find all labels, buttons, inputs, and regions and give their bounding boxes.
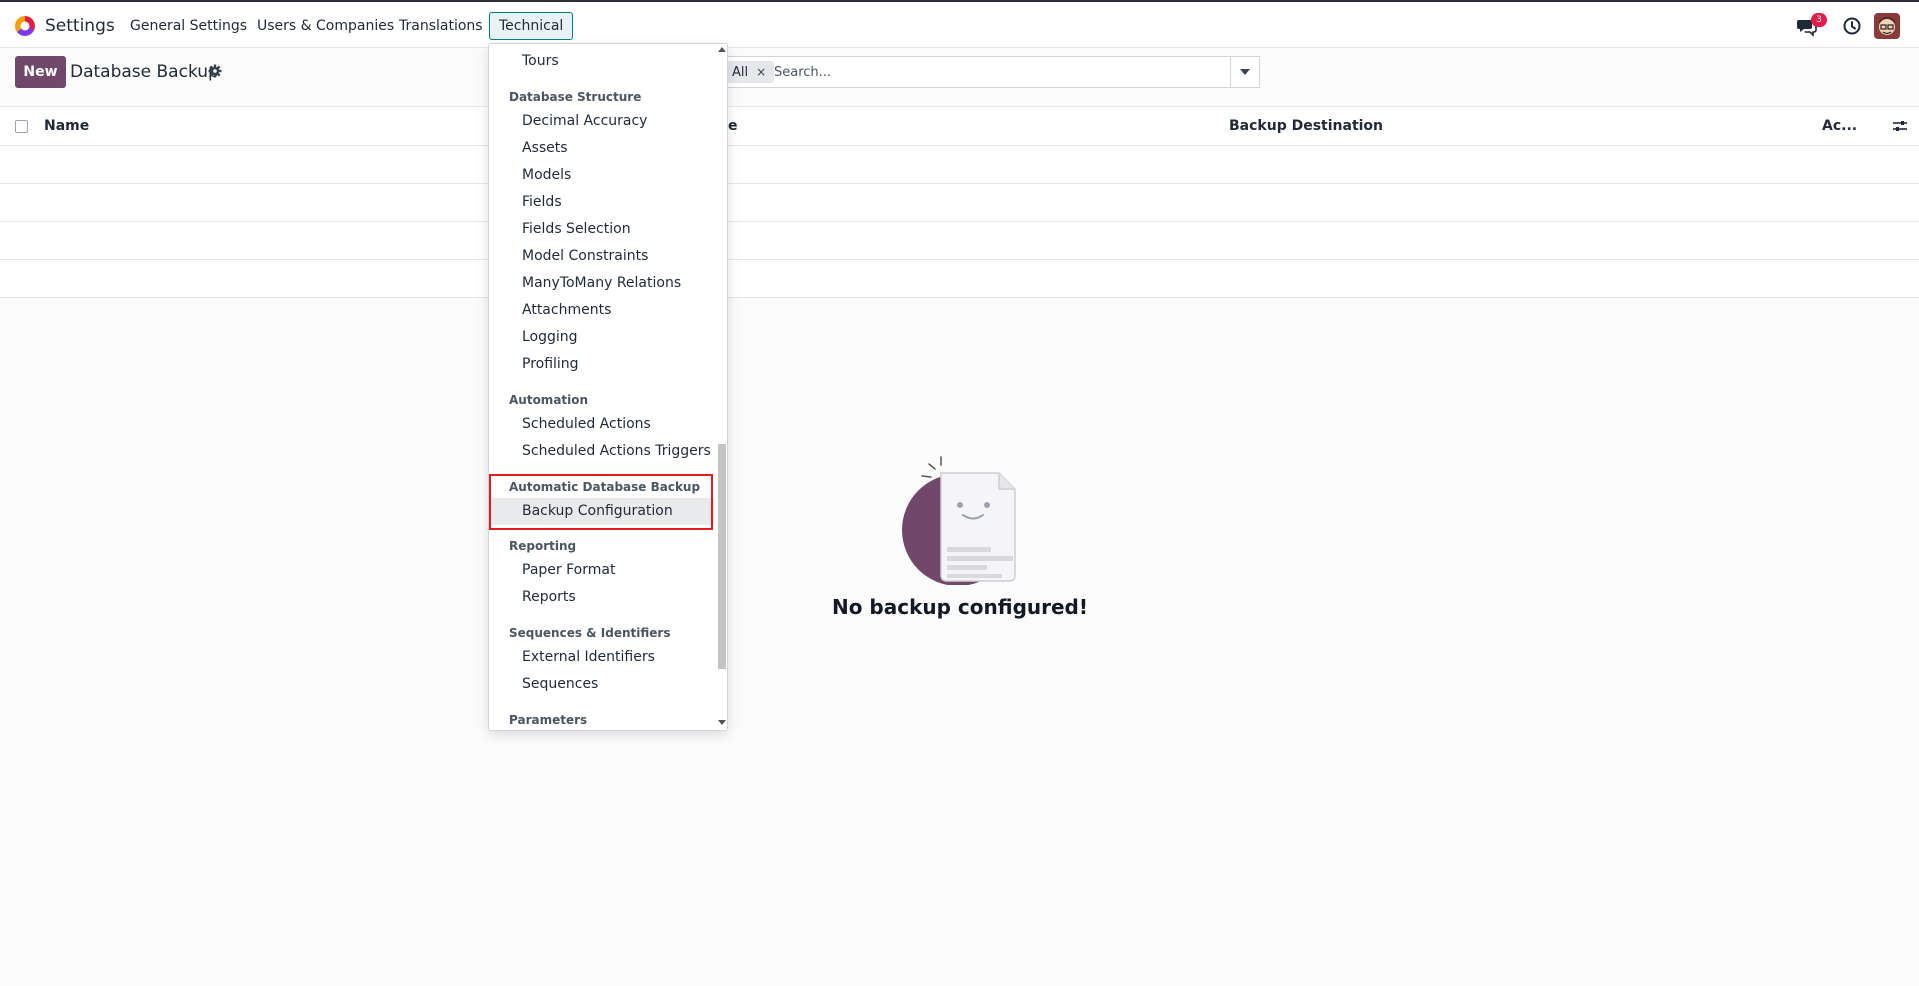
menu-translations[interactable]: Translations (399, 18, 483, 34)
user-avatar[interactable] (1874, 13, 1900, 39)
menu-technical[interactable]: Technical (489, 12, 574, 40)
dropdown-scrollbar[interactable] (715, 44, 727, 730)
menu-item-scheduled-actions-triggers[interactable]: Scheduled Actions Triggers (489, 438, 714, 465)
page-title[interactable]: Database Backup (70, 62, 219, 82)
menu-item-model-constraints[interactable]: Model Constraints (489, 243, 714, 270)
technical-dropdown-menu: Tours Database Structure Decimal Accuracy A… (488, 43, 728, 731)
menu-item-sequences[interactable]: Sequences (489, 671, 714, 698)
column-name[interactable]: Name (44, 118, 89, 134)
menu-item-tours[interactable]: Tours (489, 48, 714, 75)
menu-item-scheduled-actions[interactable]: Scheduled Actions (489, 411, 714, 438)
caret-down-icon (1240, 69, 1250, 75)
menu-section-sequences-identifiers: Sequences & Identifiers (509, 626, 671, 640)
menu-item-attachments[interactable]: Attachments (489, 297, 714, 324)
optional-columns-icon[interactable] (1892, 118, 1908, 134)
menu-section-database-structure: Database Structure (509, 90, 642, 104)
menu-item-models[interactable]: Models (489, 162, 714, 189)
menu-item-fields-selection[interactable]: Fields Selection (489, 216, 714, 243)
menu-item-assets[interactable]: Assets (489, 135, 714, 162)
menu-users-companies[interactable]: Users & Companies (257, 18, 394, 34)
empty-row (0, 222, 1919, 260)
empty-row (0, 184, 1919, 222)
empty-row (0, 146, 1919, 184)
empty-row (0, 260, 1919, 298)
menu-item-external-identifiers[interactable]: External Identifiers (489, 644, 714, 671)
new-button[interactable]: New (15, 56, 66, 88)
gear-icon[interactable] (208, 64, 222, 78)
list-header: Name ne Backup Destination Ac... (0, 106, 1919, 146)
empty-state-title: No backup configured! (831, 595, 1088, 619)
scrollbar-thumb[interactable] (718, 444, 726, 669)
top-navbar: Settings General Settings Users & Compan… (0, 0, 1919, 48)
clock-icon[interactable] (1841, 15, 1863, 37)
menu-item-paper-format[interactable]: Paper Format (489, 557, 714, 584)
select-all-checkbox[interactable] (15, 120, 28, 133)
menu-section-reporting: Reporting (509, 539, 577, 553)
facet-label: All (732, 65, 749, 80)
search-bar: All × (718, 56, 1230, 88)
search-input[interactable] (774, 57, 1204, 87)
odoo-app-logo-icon[interactable] (14, 15, 36, 37)
menu-section-parameters: Parameters (509, 713, 588, 727)
column-backup-destination[interactable]: Backup Destination (1229, 118, 1383, 134)
menu-item-backup-configuration[interactable]: Backup Configuration (489, 498, 714, 525)
empty-document-illustration-icon (902, 456, 1016, 585)
messages-badge: 3 (1811, 13, 1827, 27)
search-options-toggle[interactable] (1230, 56, 1260, 88)
menu-item-logging[interactable]: Logging (489, 324, 714, 351)
menu-item-decimal-accuracy[interactable]: Decimal Accuracy (489, 108, 714, 135)
menu-item-manytomany-relations[interactable]: ManyToMany Relations (489, 270, 714, 297)
search-facet: All × (722, 61, 775, 83)
menu-general-settings[interactable]: General Settings (130, 18, 247, 34)
menu-section-automatic-database-backup: Automatic Database Backup (509, 480, 701, 494)
app-title[interactable]: Settings (45, 16, 115, 36)
menu-item-reports[interactable]: Reports (489, 584, 714, 611)
menu-section-automation: Automation (509, 393, 589, 407)
scroll-down-arrow-icon[interactable] (718, 720, 726, 725)
menu-item-fields[interactable]: Fields (489, 189, 714, 216)
column-actions[interactable]: Ac... (1822, 118, 1857, 134)
facet-remove-icon[interactable]: × (756, 65, 766, 79)
menu-item-profiling[interactable]: Profiling (489, 351, 714, 378)
scroll-up-arrow-icon[interactable] (718, 47, 726, 52)
